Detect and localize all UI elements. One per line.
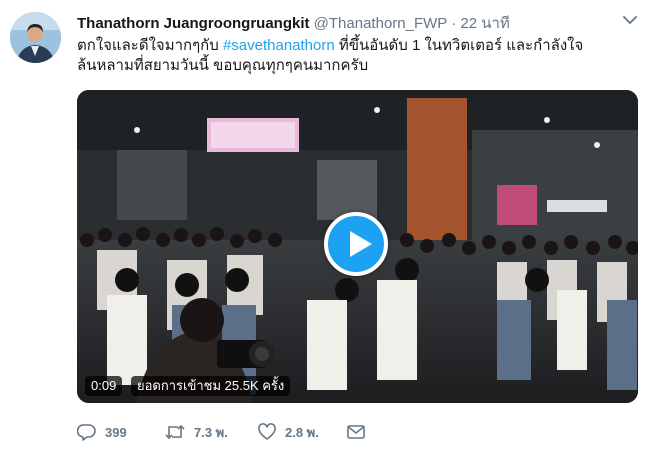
play-button[interactable] [324, 212, 388, 276]
like-count: 2.8 พ. [285, 424, 319, 440]
avatar[interactable] [10, 12, 61, 63]
chevron-down-icon[interactable] [622, 12, 638, 28]
separator-dot: · [451, 15, 457, 32]
video-views-badge: ยอดการเข้าชม 25.5K ครั้ง [131, 376, 291, 396]
reply-count: 399 [105, 424, 127, 440]
envelope-icon [347, 425, 365, 439]
reply-button[interactable]: 399 [77, 420, 127, 444]
tweet-header: Thanathorn Juangroongruangkit @Thanathor… [77, 14, 630, 34]
retweet-count: 7.3 พ. [194, 424, 228, 440]
tweet-timestamp[interactable]: 22 นาที [460, 15, 509, 32]
tweet[interactable]: Thanathorn Juangroongruangkit @Thanathor… [0, 0, 650, 453]
like-button[interactable]: 2.8 พ. [257, 420, 319, 444]
tweet-text-start: ตกใจและดีใจมากๆกับ [77, 37, 223, 54]
video-view-count: ยอดการเข้าชม 25.5K ครั้ง [137, 378, 285, 393]
tweet-action-bar: 399 7.3 พ. 2.8 พ. [77, 420, 630, 444]
hashtag-link[interactable]: #savethanathorn [223, 37, 335, 54]
video-duration-badge: 0:09 [85, 376, 123, 396]
direct-message-button[interactable] [346, 420, 374, 444]
tweet-text: ตกใจและดีใจมากๆกับ #savethanathorn ที่ขึ… [77, 36, 637, 76]
reply-icon [77, 424, 96, 441]
video-duration: 0:09 [91, 378, 117, 393]
heart-icon [258, 423, 276, 440]
author-name[interactable]: Thanathorn Juangroongruangkit [77, 15, 310, 32]
retweet-icon [165, 424, 185, 440]
retweet-button[interactable]: 7.3 พ. [164, 420, 228, 444]
author-handle[interactable]: @Thanathorn_FWP [314, 15, 447, 32]
